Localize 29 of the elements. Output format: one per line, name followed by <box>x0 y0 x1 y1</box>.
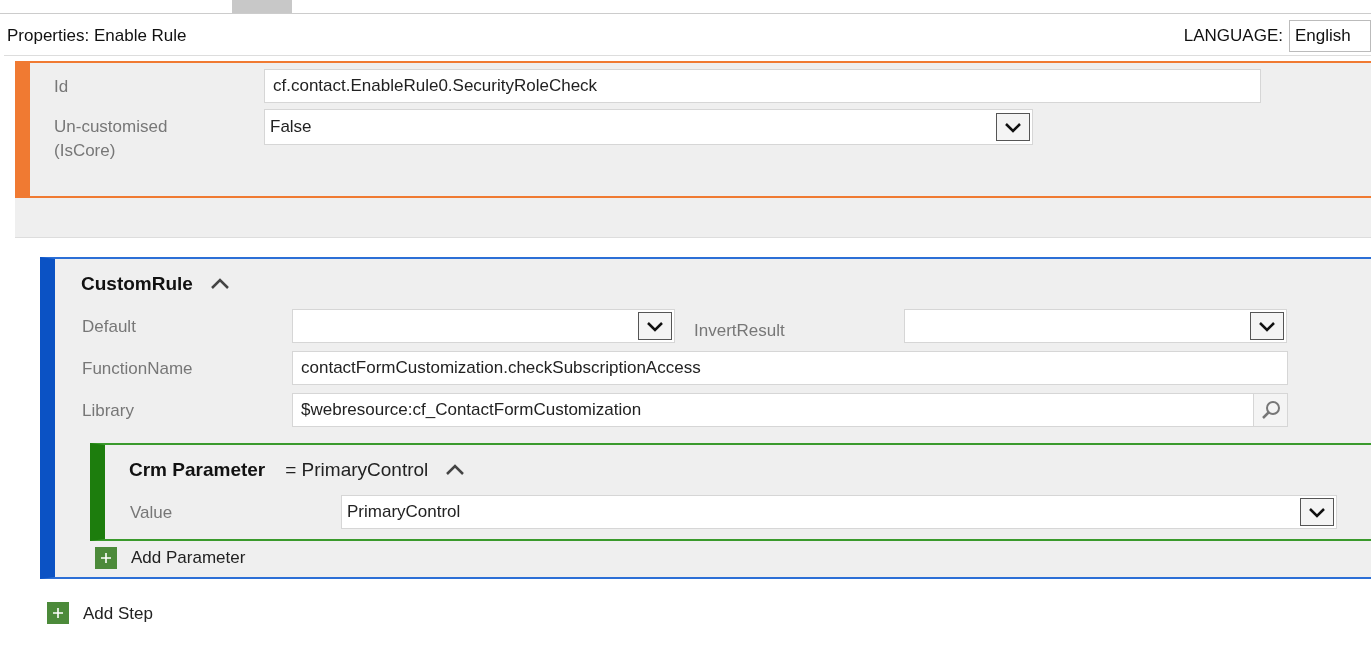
field-label: Default <box>82 316 137 338</box>
add-icon[interactable] <box>47 602 69 625</box>
dropdown-value: PrimaryControl <box>347 501 461 524</box>
add-step-link[interactable]: Add Step <box>83 600 153 626</box>
parameter-summary: = PrimaryControl <box>285 457 429 482</box>
lookup-value: $webresource:cf_ContactFormCustomization <box>301 399 642 422</box>
add-parameter-link[interactable]: Add Parameter <box>131 545 246 571</box>
section-title: CustomRule <box>81 271 193 296</box>
splitter-handle[interactable] <box>232 0 292 13</box>
dropdown-field[interactable] <box>292 309 675 343</box>
text-field[interactable]: contactFormCustomization.checkSubscriptionAccess <box>292 351 1288 385</box>
search-icon[interactable] <box>1253 394 1287 426</box>
language-dropdown[interactable]: English <box>1289 19 1371 52</box>
field-label: FunctionName <box>82 358 194 380</box>
field-label: Id <box>54 76 70 98</box>
field-label: InvertResult <box>694 320 786 342</box>
text-field[interactable]: cf.contact.EnableRule0.SecurityRoleCheck <box>264 69 1261 103</box>
add-icon[interactable] <box>95 546 117 569</box>
dropdown-field[interactable]: PrimaryControl <box>341 495 1337 529</box>
field-label: Value <box>130 502 174 524</box>
lookup-field[interactable]: $webresource:cf_ContactFormCustomization <box>292 393 1288 427</box>
dropdown-field[interactable] <box>904 309 1287 343</box>
language-label: LANGUAGE: <box>1183 24 1283 47</box>
panel-title: Properties: Enable Rule <box>6 24 187 47</box>
field-label: Un-customised (IsCore) <box>54 116 169 162</box>
section-title: Crm Parameter <box>129 457 266 482</box>
dropdown-value: False <box>270 116 312 139</box>
dropdown-field[interactable]: False <box>264 109 1033 145</box>
field-label: Library <box>82 400 135 422</box>
